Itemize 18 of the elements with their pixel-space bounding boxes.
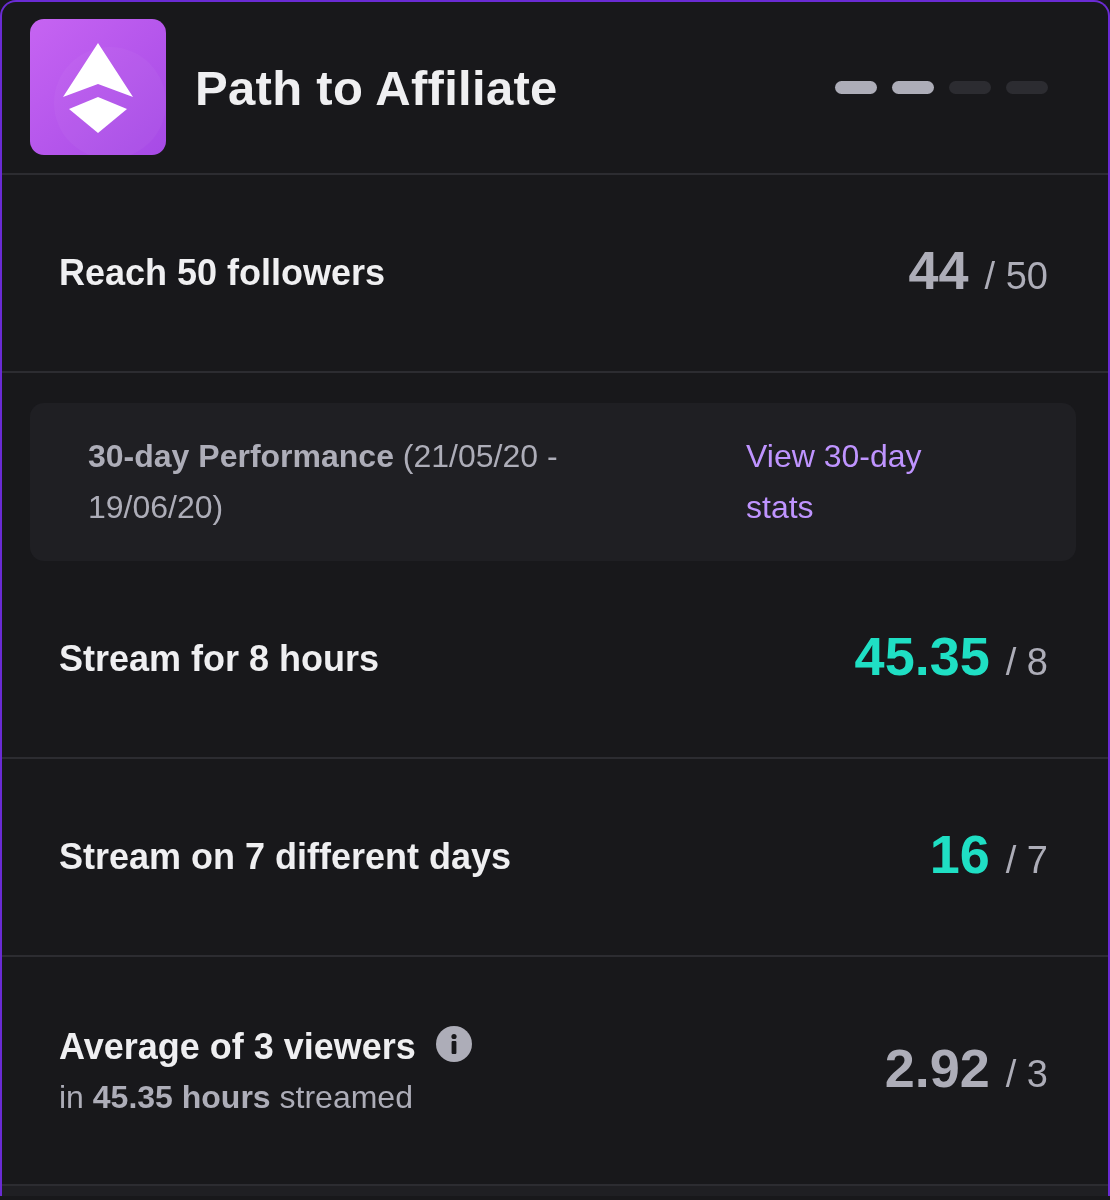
progress-value: 2.92: [884, 1036, 990, 1099]
requirement-detail: in 45.35 hours streamed: [59, 1077, 413, 1117]
progress-value: 16: [929, 823, 990, 885]
requirement-label: Average of 3 viewers: [59, 1024, 416, 1069]
progress-value: 44: [908, 239, 969, 301]
progress-goal: / 8: [1005, 640, 1048, 685]
stats-link[interactable]: View 30-day stats: [746, 431, 961, 533]
progress-goal: / 50: [984, 254, 1048, 299]
progress-goal: / 7: [1005, 838, 1048, 883]
pyramid-logo-icon: [30, 18, 166, 155]
panel-title: Path to Affiliate: [195, 59, 558, 116]
performance-period-text: 30-day Performance (21/05/20 - 19/06/20): [88, 437, 559, 527]
progress-value: 45.35: [854, 625, 990, 687]
requirement-label: Reach 50 followers: [59, 251, 386, 295]
requirement-label: Stream on 7 different days: [59, 835, 512, 879]
requirement-label: Stream for 8 hours: [59, 637, 380, 681]
progress-goal: / 3: [1005, 1051, 1048, 1097]
info-icon[interactable]: [435, 1025, 472, 1062]
